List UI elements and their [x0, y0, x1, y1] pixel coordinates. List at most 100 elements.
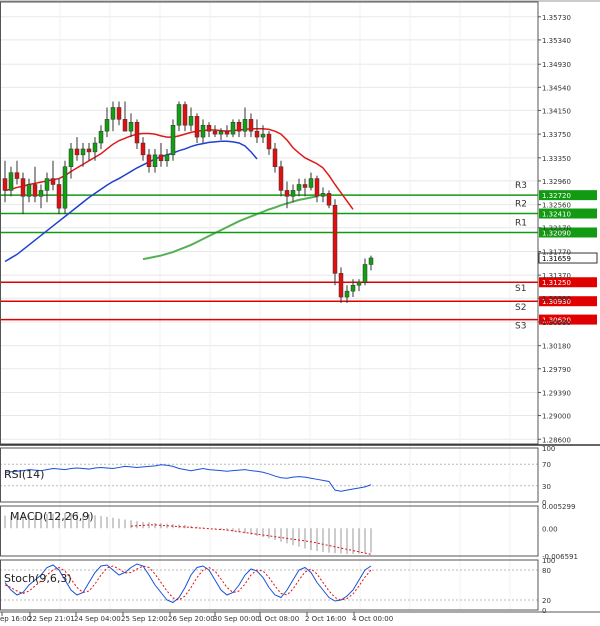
candle-body [356, 281, 362, 286]
candle-body [290, 190, 296, 197]
candle-body [362, 264, 368, 283]
rsi-tick-label: 30 [542, 483, 551, 491]
candle-body [86, 148, 92, 153]
candle-body [344, 290, 350, 298]
price-tick-label: 1.34150 [542, 107, 571, 115]
macd-title: MACD(12,26,9) [10, 510, 94, 523]
candle-body [338, 273, 344, 298]
level-label-r1: R1 [515, 218, 527, 228]
price-tick-label: 1.35340 [542, 37, 571, 45]
candle-body [242, 119, 248, 132]
candle-body [62, 166, 68, 209]
candle-body [296, 184, 302, 191]
candle-body [32, 184, 38, 197]
candle-body [98, 130, 104, 144]
price-tick-label: 1.33350 [542, 155, 571, 163]
candle-body [314, 178, 320, 197]
candle-body [200, 124, 206, 138]
stoch-title: Stoch(9,6,3) [4, 572, 72, 585]
candle-body [236, 122, 242, 132]
candle-body [170, 124, 176, 156]
candle-body [14, 172, 20, 179]
candle-body [224, 130, 230, 135]
macd-tick-label: 0.005299 [542, 503, 575, 511]
candle-body [20, 178, 26, 197]
candle-body [56, 184, 62, 209]
candle-body [188, 116, 194, 126]
x-tick-label: 1 Oct 08:00 [258, 615, 299, 623]
level-label-r3: R3 [515, 181, 527, 191]
candle-body [332, 204, 338, 274]
price-tick-label: 1.29000 [542, 413, 571, 421]
candle-body [164, 154, 170, 162]
level-label-s2: S2 [515, 303, 526, 313]
x-tick-label: 2 Oct 16:00 [305, 615, 346, 623]
candle-body [116, 107, 122, 120]
x-tick-label: 24 Sep 04:00 [74, 615, 121, 623]
price-tick-label: 1.32560 [542, 202, 571, 210]
candle-body [326, 193, 332, 206]
price-tick-label: 1.32170 [542, 225, 571, 233]
candle-body [38, 190, 44, 197]
stoch-tick-label: 0 [542, 607, 546, 615]
candle-body [122, 119, 128, 132]
stoch-tick-label: 20 [542, 597, 551, 605]
level-label-s1: S1 [515, 284, 526, 294]
candle-body [110, 107, 116, 120]
candle-body [212, 130, 218, 135]
price-tick-label: 1.30580 [542, 319, 571, 327]
candle-body [194, 116, 200, 138]
candle-body [92, 142, 98, 153]
level-label-s3: S3 [515, 322, 526, 332]
candle-body [206, 124, 212, 132]
candle-body [260, 133, 266, 138]
x-tick-label: 4 Oct 00:00 [352, 615, 393, 623]
candle-body [302, 184, 308, 188]
x-tick-label: 22 Sep 21:01 [28, 615, 75, 623]
rsi-title: RSI(14) [4, 468, 44, 481]
price-tick-label: 1.34930 [542, 61, 571, 69]
candle-body [44, 178, 50, 191]
price-tick-label: 1.28600 [542, 436, 571, 444]
candle-body [266, 133, 272, 150]
candle-body [68, 148, 74, 167]
stoch-tick-label: 100 [542, 557, 555, 565]
level-label-r2: R2 [515, 200, 527, 210]
price-tick-label: 1.29390 [542, 389, 571, 397]
price-tick-label: 1.31770 [542, 248, 571, 256]
candle-body [2, 178, 8, 191]
candle-body [134, 122, 140, 144]
x-tick-label: 25 Sep 12:00 [121, 615, 168, 623]
candle-body [146, 154, 152, 167]
candle-body [284, 190, 290, 197]
candle-body [248, 119, 254, 132]
candle-body [158, 154, 164, 162]
candle-body [152, 154, 158, 167]
candle-body [320, 193, 326, 197]
candle-body [368, 257, 374, 265]
stoch-tick-label: 80 [542, 567, 551, 575]
candle-body [74, 148, 80, 156]
candle-body [140, 142, 146, 156]
price-tick-label: 1.31370 [542, 272, 571, 280]
candle-body [278, 166, 284, 191]
price-tick-label: 1.30180 [542, 343, 571, 351]
candle-body [26, 184, 32, 197]
candle-body [128, 122, 134, 132]
candle-body [176, 104, 182, 126]
candle-body [8, 172, 14, 191]
level-price-text: 1.32720 [542, 192, 571, 200]
candle-body [104, 119, 110, 132]
rsi-tick-label: 100 [542, 445, 555, 453]
price-tick-label: 1.33750 [542, 131, 571, 139]
candle-body [80, 148, 86, 156]
candle-body [218, 130, 224, 135]
price-tick-label: 1.29790 [542, 366, 571, 374]
trading-chart[interactable]: R31.32720R21.32410R11.32090S11.31250S21.… [0, 0, 600, 626]
candle-body [182, 104, 188, 126]
x-tick-label: ep 16:00 [0, 615, 31, 623]
x-tick-label: 30 Sep 00:00 [213, 615, 260, 623]
price-tick-label: 1.35730 [542, 14, 571, 22]
candle-body [50, 178, 56, 185]
candle-body [230, 122, 236, 135]
